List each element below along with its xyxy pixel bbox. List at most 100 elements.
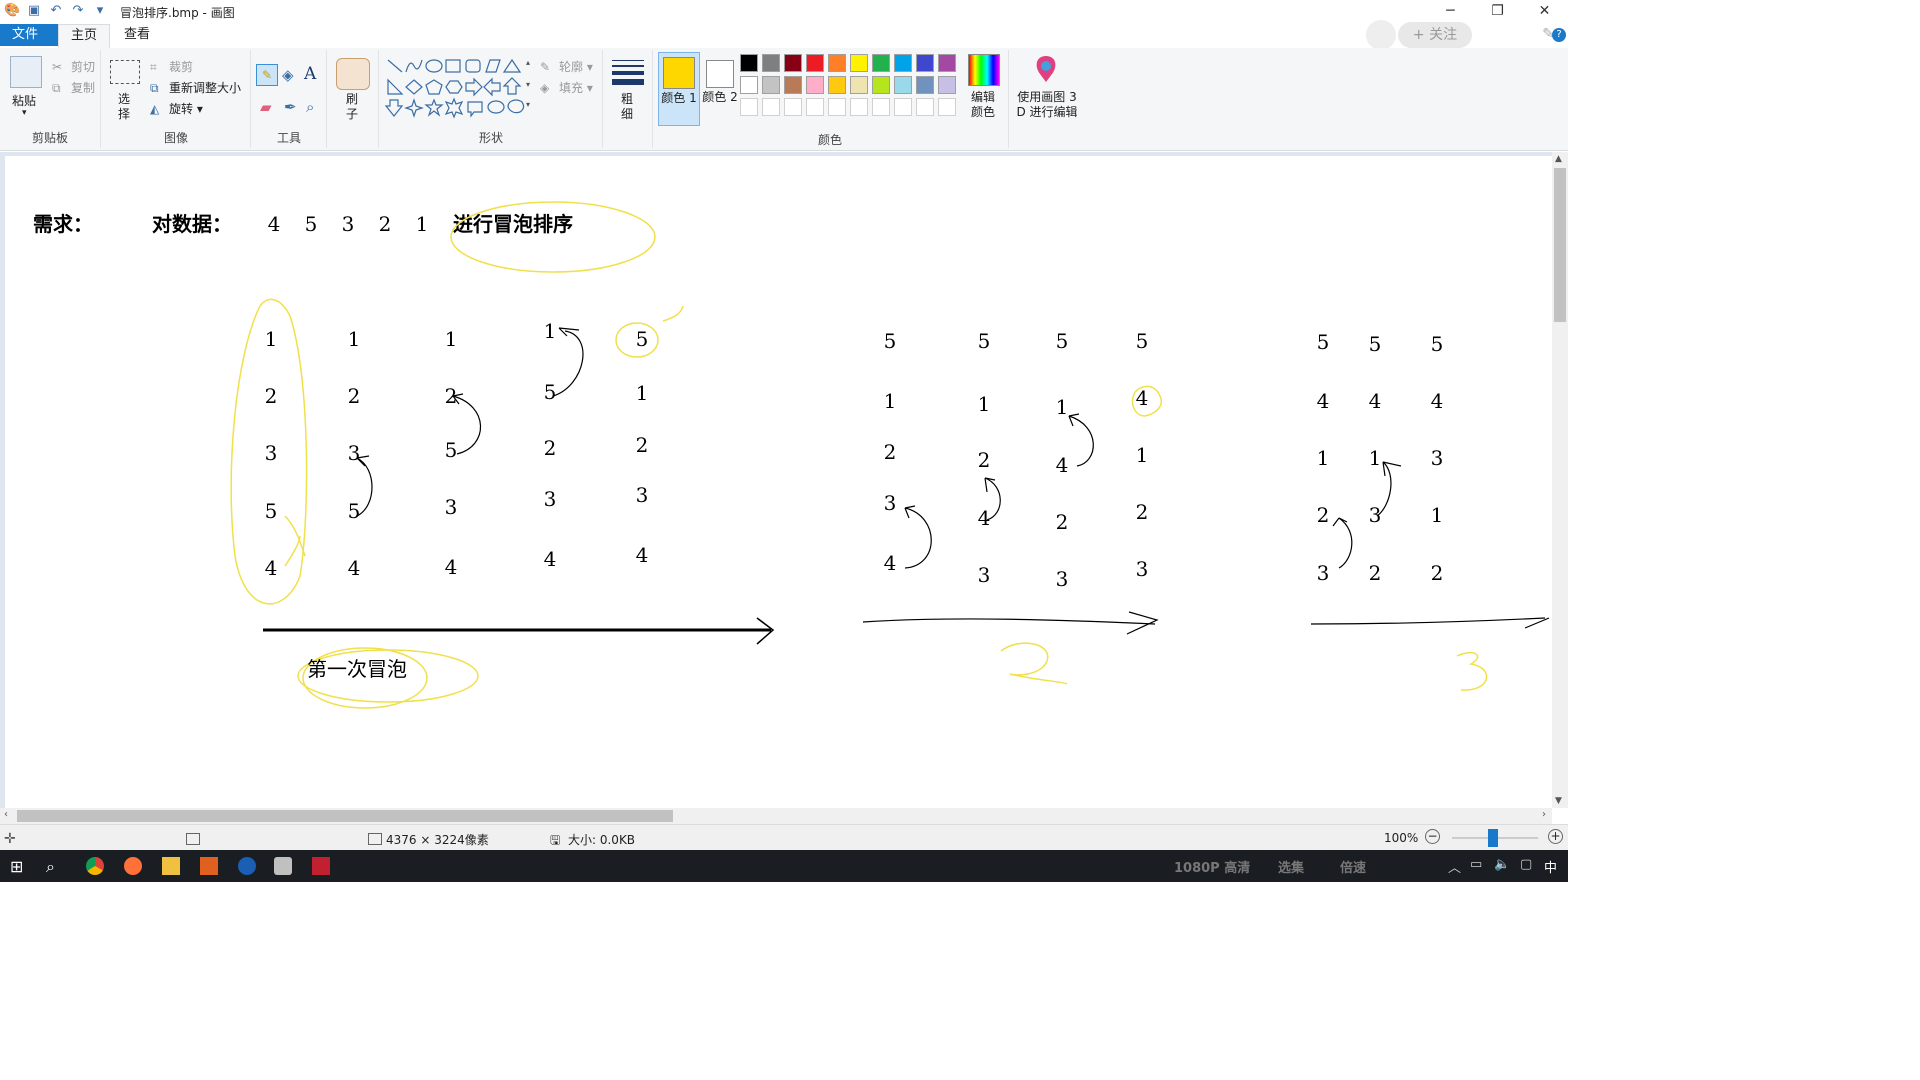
help-icon[interactable]: ? (1552, 28, 1566, 42)
tab-home[interactable]: 主页 (58, 24, 111, 48)
edit-colors-icon[interactable] (968, 54, 1000, 86)
tray-chevron-icon[interactable]: ︿ (1448, 857, 1461, 876)
volume-icon[interactable]: 🔈 (1494, 857, 1510, 872)
custom-color-slot[interactable] (740, 98, 758, 116)
palette-swatch[interactable] (762, 76, 780, 94)
select-button[interactable]: 选择 (118, 92, 132, 122)
magnifier-icon[interactable]: ⌕ (306, 98, 314, 116)
text-tool-icon[interactable]: A (304, 64, 316, 84)
tab-file[interactable]: 文件 (0, 24, 58, 46)
firefox-icon[interactable] (124, 857, 142, 875)
custom-color-slot[interactable] (828, 98, 846, 116)
custom-color-slot[interactable] (806, 98, 824, 116)
size-button[interactable]: 粗细 (621, 92, 635, 122)
ide-icon[interactable] (312, 857, 330, 875)
episode-select[interactable]: 选集 (1278, 857, 1304, 876)
vertical-scrollbar[interactable]: ▲ ▼ (1552, 152, 1568, 808)
zoom-in-button[interactable]: + (1548, 829, 1563, 844)
search-icon[interactable]: ⌕ (46, 857, 64, 876)
brush-icon[interactable] (336, 58, 370, 90)
shape-gallery[interactable] (384, 56, 534, 120)
close-button[interactable]: ✕ (1521, 0, 1568, 24)
tab-view[interactable]: 查看 (112, 24, 162, 46)
network-icon[interactable]: ▭ (1470, 857, 1482, 872)
palette-swatch[interactable] (828, 54, 846, 72)
scroll-left-icon[interactable]: ‹ (4, 809, 8, 820)
minimize-button[interactable]: ─ (1427, 0, 1474, 24)
line-size-icon[interactable] (612, 60, 644, 85)
paint3d-button[interactable]: 使用画图 3 D 进行编辑 (1014, 90, 1080, 120)
palette-swatch[interactable] (938, 54, 956, 72)
follow-button[interactable]: + 关注 (1398, 22, 1472, 48)
crop-button[interactable]: ⌗ 裁剪 (150, 58, 193, 76)
horizontal-scrollbar[interactable]: ‹ › (0, 808, 1552, 824)
outline-button[interactable]: ✎ 轮廓 ▾ (540, 58, 593, 76)
palette-swatch[interactable] (850, 54, 868, 72)
edit-colors-button[interactable]: 编辑颜色 (968, 90, 998, 120)
scroll-up-icon[interactable]: ▲ (1555, 154, 1562, 164)
video-quality[interactable]: 1080P 高清 (1174, 857, 1250, 876)
scroll-right-icon[interactable]: › (1542, 809, 1546, 820)
paste-button[interactable]: 粘贴 (12, 92, 36, 109)
ime-indicator[interactable]: 中 (1544, 857, 1557, 876)
browser-icon[interactable] (238, 857, 256, 875)
file-explorer-icon[interactable] (162, 857, 180, 875)
palette-swatch[interactable] (806, 76, 824, 94)
playback-speed[interactable]: 倍速 (1340, 857, 1366, 876)
palette-swatch[interactable] (850, 76, 868, 94)
eraser-icon[interactable]: ▰ (260, 98, 272, 116)
palette-swatch[interactable] (784, 54, 802, 72)
maximize-button[interactable]: ❐ (1474, 0, 1521, 24)
resize-button[interactable]: ⧉ 重新调整大小 (150, 79, 241, 97)
palette-swatch[interactable] (872, 54, 890, 72)
palette-swatch[interactable] (872, 76, 890, 94)
paint3d-icon[interactable] (1032, 54, 1060, 84)
palette-swatch[interactable] (916, 76, 934, 94)
palette-swatch[interactable] (894, 76, 912, 94)
palette-swatch[interactable] (762, 54, 780, 72)
rotate-button[interactable]: ◭ 旋转 ▾ (150, 100, 203, 118)
paint-app-icon[interactable]: 🎨 (4, 3, 20, 19)
fill-button[interactable]: ◈ 填充 ▾ (540, 79, 593, 97)
palette-swatch[interactable] (740, 54, 758, 72)
color1-button[interactable]: 颜色 1 (658, 52, 700, 126)
custom-color-slot[interactable] (938, 98, 956, 116)
fill-bucket-icon[interactable]: ◈ (282, 66, 294, 84)
redo-icon[interactable]: ↷ (70, 3, 86, 19)
customize-dropdown-icon[interactable]: ▾ (92, 3, 108, 19)
vertical-scroll-thumb[interactable] (1554, 168, 1566, 322)
palette-swatch[interactable] (740, 76, 758, 94)
palette-swatch[interactable] (916, 54, 934, 72)
chrome-icon[interactable] (86, 857, 104, 875)
color-picker-icon[interactable]: ✒ (284, 98, 297, 116)
brushes-button[interactable]: 刷子 (346, 92, 360, 122)
undo-icon[interactable]: ↶ (48, 3, 64, 19)
windows-start-icon[interactable]: ⊞ (10, 857, 28, 876)
custom-color-slot[interactable] (784, 98, 802, 116)
app-icon[interactable] (200, 857, 218, 875)
palette-swatch[interactable] (784, 76, 802, 94)
paint-taskbar-icon[interactable] (274, 857, 292, 875)
cut-button[interactable]: ✂ 剪切 (52, 58, 95, 76)
scroll-down-icon[interactable]: ▼ (1555, 796, 1562, 806)
paste-icon[interactable] (10, 56, 42, 88)
palette-swatch[interactable] (806, 54, 824, 72)
shapes-scroll-up-icon[interactable]: ▴ (526, 58, 530, 67)
action-center-icon[interactable]: ▢ (1520, 857, 1532, 872)
pencil-icon[interactable]: ✎ (256, 64, 278, 86)
shapes-expand-icon[interactable]: ▾ (526, 100, 530, 109)
copy-button[interactable]: ⧉ 复制 (52, 79, 95, 97)
drawing-canvas[interactable]: 需求： 对数据： 45321 进行冒泡排序 123541235412534152… (5, 156, 1552, 808)
custom-color-slot[interactable] (916, 98, 934, 116)
color2-button[interactable]: 颜色 2 (700, 52, 740, 124)
palette-swatch[interactable] (938, 76, 956, 94)
save-icon[interactable]: ▣ (26, 3, 42, 19)
custom-color-slot[interactable] (872, 98, 890, 116)
custom-color-slot[interactable] (894, 98, 912, 116)
palette-swatch[interactable] (828, 76, 846, 94)
palette-swatch[interactable] (894, 54, 912, 72)
zoom-out-button[interactable]: − (1425, 829, 1440, 844)
paste-dropdown-icon[interactable]: ▾ (22, 108, 27, 118)
select-icon[interactable] (110, 60, 140, 84)
shapes-scroll-down-icon[interactable]: ▾ (526, 80, 530, 89)
